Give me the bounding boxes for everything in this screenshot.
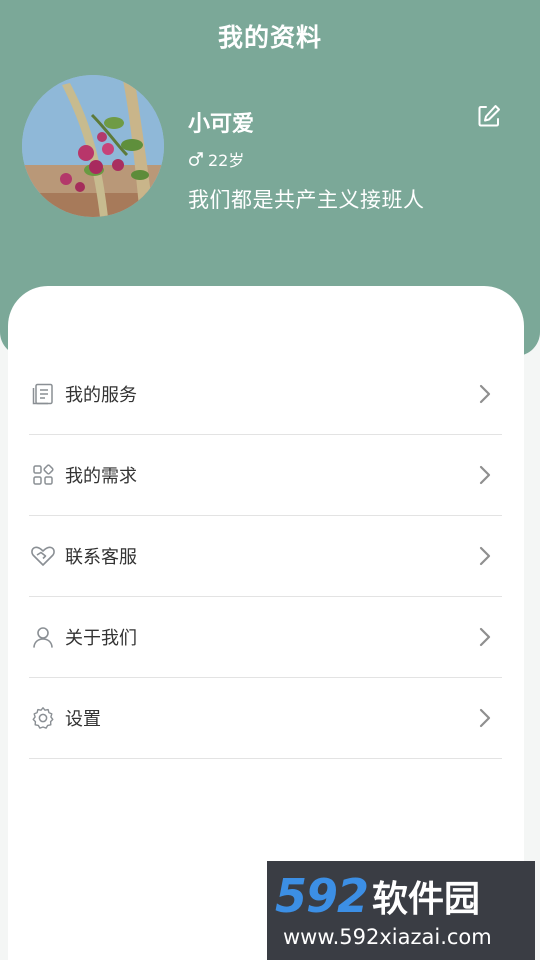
user-gender-age: 22岁 (188, 147, 244, 171)
watermark-url: www.592xiazai.com (283, 925, 492, 949)
menu-item-label: 我的服务 (65, 385, 137, 406)
user-icon (30, 624, 56, 650)
chevron-right-icon (479, 384, 491, 404)
gear-icon (30, 705, 56, 731)
user-age: 22岁 (208, 151, 245, 170)
watermark-logo: 592 软件园 (275, 869, 527, 923)
grid-apps-icon (30, 462, 56, 488)
heart-handshake-icon (30, 543, 56, 569)
menu-item-my-services[interactable]: 我的服务 (29, 354, 502, 435)
edit-icon[interactable] (476, 103, 502, 129)
avatar[interactable] (22, 75, 164, 217)
menu-item-label: 联系客服 (65, 547, 137, 568)
male-gender-icon (188, 151, 204, 167)
watermark-number: 592 (275, 869, 369, 923)
menu-item-about-us[interactable]: 关于我们 (29, 597, 502, 678)
menu-list: 我的服务 我的需求 联系客服 关于我们 设置 (29, 354, 502, 759)
menu-item-label: 我的需求 (65, 466, 137, 487)
menu-item-label: 设置 (65, 709, 101, 730)
chevron-right-icon (479, 627, 491, 647)
chevron-right-icon (479, 708, 491, 728)
user-bio: 我们都是共产主义接班人 (188, 188, 425, 212)
site-watermark: 592 软件园 www.592xiazai.com (267, 861, 535, 960)
menu-item-settings[interactable]: 设置 (29, 678, 502, 759)
menu-item-label: 关于我们 (65, 628, 137, 649)
watermark-text: 软件园 (372, 879, 481, 920)
user-name: 小可爱 (188, 112, 255, 137)
chevron-right-icon (479, 546, 491, 566)
document-list-icon (30, 381, 56, 407)
page-title: 我的资料 (217, 23, 322, 52)
menu-item-contact-support[interactable]: 联系客服 (29, 516, 502, 597)
menu-item-my-needs[interactable]: 我的需求 (29, 435, 502, 516)
chevron-right-icon (479, 465, 491, 485)
